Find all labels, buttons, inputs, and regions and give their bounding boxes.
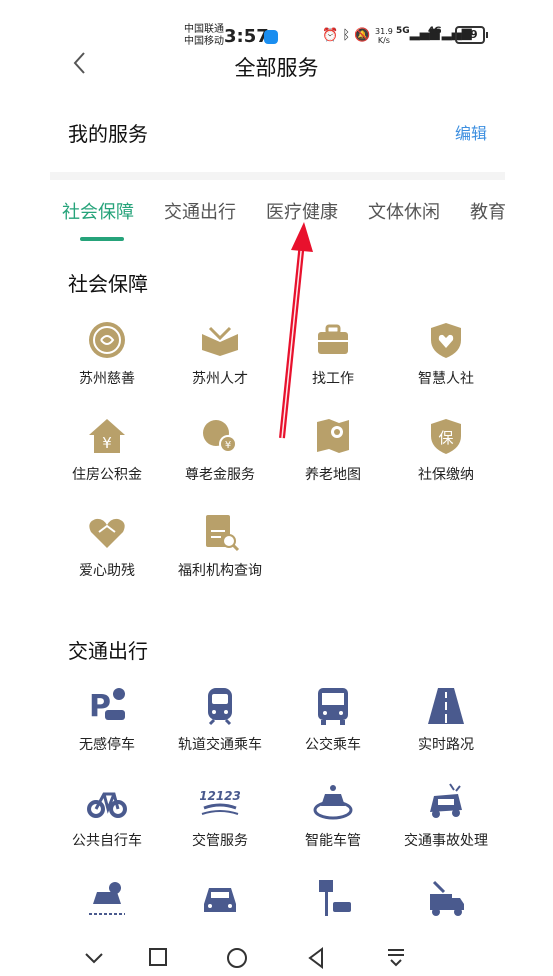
notification-pull-icon[interactable]	[386, 946, 406, 970]
recents-square-icon[interactable]	[148, 946, 168, 970]
red-arrow-annotation	[279, 222, 313, 439]
chevron-down-icon[interactable]	[84, 946, 104, 970]
home-circle-icon[interactable]	[226, 946, 248, 970]
system-nav-bar	[0, 940, 553, 976]
back-triangle-icon[interactable]	[306, 946, 326, 970]
